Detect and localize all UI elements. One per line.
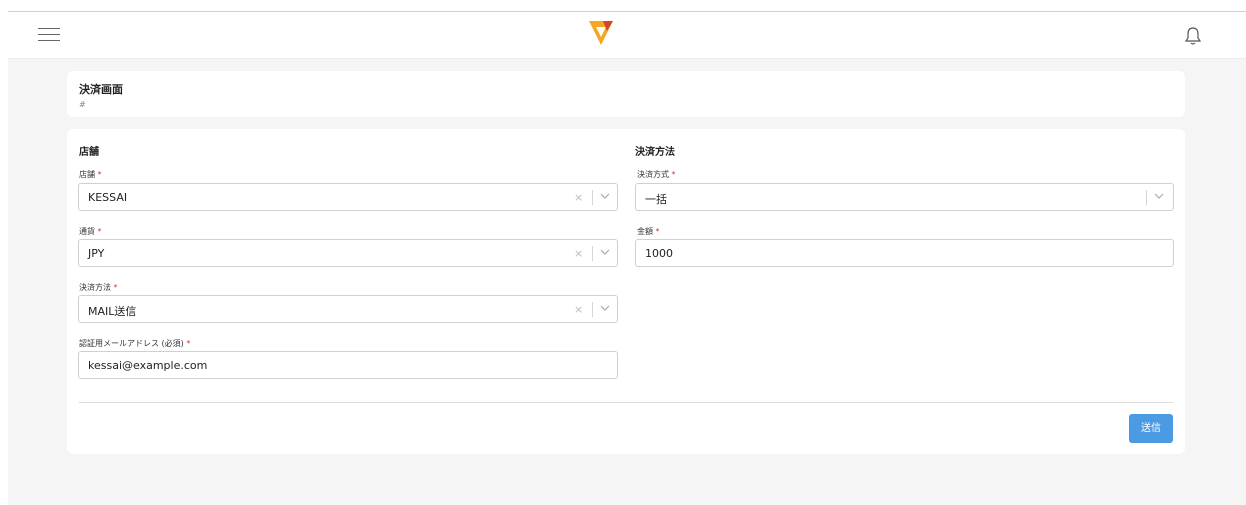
v-logo[interactable] — [587, 17, 615, 47]
submit-button[interactable]: 送信 — [1129, 414, 1173, 443]
amount-field-value: 1000 — [645, 247, 673, 260]
required-mark: * — [671, 170, 676, 179]
select-separator — [592, 246, 593, 261]
close-icon[interactable]: × — [574, 247, 583, 260]
close-icon[interactable]: × — [574, 191, 583, 204]
page-header-card: 決済画面 # — [67, 71, 1185, 117]
payment-type-select[interactable]: 一括 — [635, 183, 1174, 211]
page-title: 決済画面 — [79, 83, 123, 96]
chevron-down-icon[interactable] — [600, 193, 610, 200]
required-mark: * — [655, 227, 660, 236]
amount-field[interactable]: 1000 — [635, 239, 1174, 267]
payment-type-select-value: 一括 — [645, 193, 667, 206]
chevron-down-icon[interactable] — [600, 249, 610, 256]
store-select-value: KESSAI — [88, 191, 128, 204]
method-select-value: MAIL送信 — [88, 305, 137, 318]
payment-section-title: 決済方法 — [635, 147, 675, 158]
required-mark: * — [97, 227, 102, 236]
select-separator — [592, 302, 593, 317]
payment-form-card: 店舗 店舗 * KESSAI × 通貨 * JPY × 決済方法 * MAIL送… — [67, 129, 1185, 454]
currency-label: 通貨 * — [79, 227, 102, 236]
page-subtitle: # — [79, 100, 86, 109]
currency-select[interactable]: JPY × — [78, 239, 618, 267]
select-separator — [1146, 190, 1147, 205]
store-section-title: 店舗 — [79, 147, 99, 158]
email-field-value: kessai@example.com — [88, 359, 208, 372]
bell-icon[interactable] — [1184, 26, 1202, 46]
select-separator — [592, 190, 593, 205]
required-mark: * — [113, 283, 118, 292]
hamburger-icon[interactable] — [38, 28, 60, 44]
email-field[interactable]: kessai@example.com — [78, 351, 618, 379]
store-label: 店舗 * — [79, 170, 102, 179]
email-label: 認証用メールアドレス (必須) * — [79, 339, 191, 348]
store-select[interactable]: KESSAI × — [78, 183, 618, 211]
payment-type-label: 決済方式 * — [637, 170, 676, 179]
close-icon[interactable]: × — [574, 303, 583, 316]
method-select[interactable]: MAIL送信 × — [78, 295, 618, 323]
form-divider — [79, 402, 1173, 403]
required-mark: * — [186, 339, 191, 348]
required-mark: * — [97, 170, 102, 179]
app-root: 決済画面 # 店舗 店舗 * KESSAI × 通貨 * JPY × 決済方法 … — [8, 12, 1246, 505]
currency-select-value: JPY — [88, 247, 105, 260]
amount-label: 金額 * — [637, 227, 660, 236]
method-label: 決済方法 * — [79, 283, 118, 292]
chevron-down-icon[interactable] — [600, 305, 610, 312]
chevron-down-icon[interactable] — [1154, 193, 1164, 200]
top-navbar — [8, 12, 1246, 59]
